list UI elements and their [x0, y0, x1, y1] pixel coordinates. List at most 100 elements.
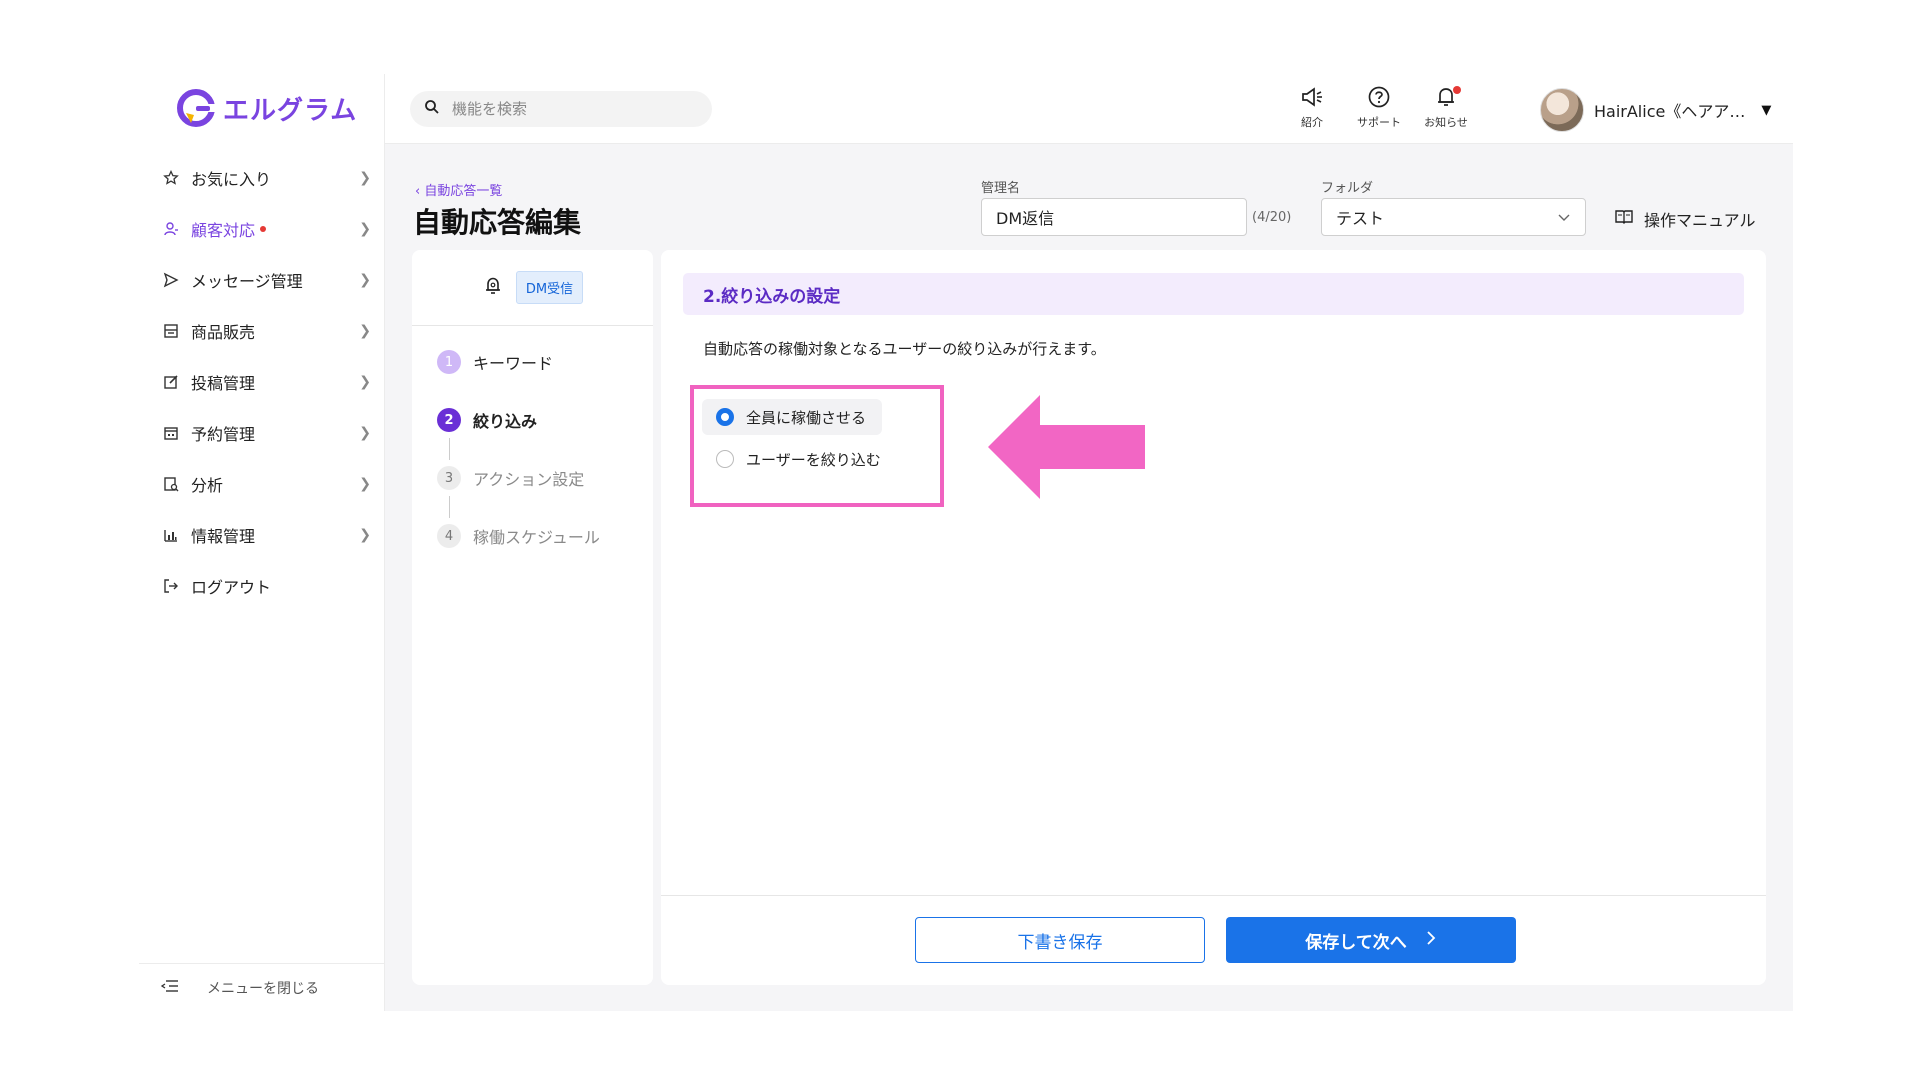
trigger-header: DM受信 [412, 250, 653, 326]
step-label: アクション設定 [473, 470, 585, 489]
radio-all-users[interactable]: 全員に稼働させる [702, 399, 883, 435]
settings-panel: 2.絞り込みの設定 自動応答の稼働対象となるユーザーの絞り込みが行えます。 全員… [661, 250, 1766, 985]
sidebar-nav: お気に入り ❯ 顧客対応 ❯ メッセージ管理 ❯ 商品販売 ❯ 投稿管理 ❯ 予… [139, 152, 385, 611]
step-action[interactable]: 3 アクション設定 [437, 466, 584, 490]
support-label: サポート [1357, 116, 1401, 129]
sidebar-item-label: メッセージ管理 [191, 271, 303, 291]
chevron-right-icon: ❯ [359, 322, 371, 339]
breadcrumb-link[interactable]: 自動応答一覧 [424, 184, 502, 199]
sidebar-item-label: 商品販売 [191, 322, 256, 342]
steps-panel: DM受信 1 キーワード 2 絞り込み 3 アクション設定 4 稼働スケジュール [412, 250, 653, 985]
app-window: エルグラム お気に入り ❯ 顧客対応 ❯ メッセージ管理 ❯ 商品販売 ❯ 投稿… [139, 74, 1793, 1011]
person-icon [161, 219, 181, 239]
name-field-value: DM返信 [996, 209, 1055, 228]
sidebar: エルグラム お気に入り ❯ 顧客対応 ❯ メッセージ管理 ❯ 商品販売 ❯ 投稿… [139, 74, 385, 1011]
search-icon [424, 99, 440, 119]
edit-icon [161, 372, 181, 392]
sidebar-item-label: お気に入り [191, 169, 272, 189]
highlight-box: 全員に稼働させる ユーザーを絞り込む [690, 385, 944, 507]
chevron-right-icon: ❯ [359, 373, 371, 390]
sidebar-item-label: 予約管理 [191, 424, 256, 444]
collapse-menu-label: メニューを閉じる [207, 980, 319, 997]
search-box[interactable] [410, 91, 712, 127]
step-number: 1 [437, 350, 461, 374]
chevron-right-icon: ❯ [359, 169, 371, 186]
folder-select[interactable]: テスト [1321, 198, 1586, 236]
sidebar-item-posts[interactable]: 投稿管理 ❯ [139, 356, 385, 407]
sidebar-item-customer[interactable]: 顧客対応 ❯ [139, 203, 385, 254]
notification-dot [1453, 86, 1461, 94]
step-number: 4 [437, 524, 461, 548]
sidebar-item-analytics[interactable]: 分析 ❯ [139, 458, 385, 509]
chevron-left-icon: ‹ [415, 184, 425, 199]
help-icon [1367, 86, 1391, 111]
radio-label: 全員に稼働させる [746, 408, 867, 427]
page-title: 自動応答編集 [413, 206, 582, 239]
search-input[interactable] [452, 100, 692, 118]
save-next-label: 保存して次へ [1305, 932, 1407, 953]
avatar [1540, 88, 1584, 132]
introduce-label: 紹介 [1301, 116, 1323, 129]
step-keyword[interactable]: 1 キーワード [437, 350, 553, 374]
radio-button-checked[interactable] [716, 408, 734, 426]
step-filter[interactable]: 2 絞り込み [437, 408, 537, 432]
name-field[interactable]: DM返信 [981, 198, 1247, 236]
notifications-button[interactable]: お知らせ [1418, 86, 1474, 130]
user-menu[interactable]: HairAlice《ヘアア… ▼ [1540, 88, 1771, 132]
save-draft-label: 下書き保存 [1017, 932, 1103, 953]
calendar-icon [161, 423, 181, 443]
sidebar-item-info[interactable]: 情報管理 ❯ [139, 509, 385, 560]
user-name: HairAlice《ヘアア… [1594, 102, 1746, 121]
introduce-button[interactable]: 紹介 [1284, 86, 1340, 130]
report-icon [161, 474, 181, 494]
radio-filter-users[interactable]: ユーザーを絞り込む [702, 441, 897, 477]
name-field-label: 管理名 [981, 181, 1021, 196]
chevron-right-icon: ❯ [359, 271, 371, 288]
name-char-counter: (4/20) [1252, 210, 1292, 225]
step-connector [449, 496, 450, 518]
folder-select-value: テスト [1336, 209, 1385, 228]
support-button[interactable]: サポート [1351, 86, 1407, 130]
logout-icon [161, 576, 181, 596]
chevron-right-icon [1425, 930, 1437, 951]
radio-button-unchecked[interactable] [716, 450, 734, 468]
bar-chart-icon [161, 525, 181, 545]
sidebar-item-messages[interactable]: メッセージ管理 ❯ [139, 254, 385, 305]
sidebar-item-reservations[interactable]: 予約管理 ❯ [139, 407, 385, 458]
folder-field-label: フォルダ [1321, 181, 1374, 196]
sidebar-item-logout[interactable]: ログアウト [139, 560, 385, 611]
step-number: 3 [437, 466, 461, 490]
sidebar-item-label: ログアウト [191, 577, 272, 597]
breadcrumb[interactable]: ‹ 自動応答一覧 [415, 180, 502, 199]
manual-label: 操作マニュアル [1644, 211, 1756, 230]
collapse-menu-button[interactable]: メニューを閉じる [139, 963, 385, 1011]
caret-down-icon: ▼ [1761, 102, 1772, 118]
save-next-button[interactable]: 保存して次へ [1226, 917, 1516, 963]
brand-name: エルグラム [223, 95, 358, 126]
megaphone-icon [1300, 86, 1324, 111]
sidebar-item-label: 分析 [191, 475, 224, 495]
notifications-label: お知らせ [1424, 116, 1468, 129]
step-number: 2 [437, 408, 461, 432]
register-icon [161, 321, 181, 341]
step-label: キーワード [473, 354, 554, 373]
sidebar-item-label: 投稿管理 [191, 373, 256, 393]
trigger-badge: DM受信 [515, 271, 584, 304]
section-title: 2.絞り込みの設定 [683, 273, 1744, 315]
radio-label: ユーザーを絞り込む [746, 450, 881, 469]
pointer-arrow-icon [988, 395, 1145, 503]
send-icon [161, 270, 181, 290]
chevron-right-icon: ❯ [359, 475, 371, 492]
sidebar-item-label: 情報管理 [191, 526, 256, 546]
bell-icon [482, 275, 504, 301]
manual-link[interactable]: 操作マニュアル [1614, 207, 1756, 231]
sidebar-item-favorites[interactable]: お気に入り ❯ [139, 152, 385, 203]
brand-logo[interactable]: エルグラム [177, 89, 357, 127]
alert-dot [260, 226, 267, 232]
sidebar-item-sales[interactable]: 商品販売 ❯ [139, 305, 385, 356]
chevron-down-icon [1557, 208, 1571, 227]
menu-collapse-icon [160, 978, 179, 998]
chevron-right-icon: ❯ [359, 220, 371, 237]
save-draft-button[interactable]: 下書き保存 [915, 917, 1205, 963]
step-schedule[interactable]: 4 稼働スケジュール [437, 524, 600, 548]
